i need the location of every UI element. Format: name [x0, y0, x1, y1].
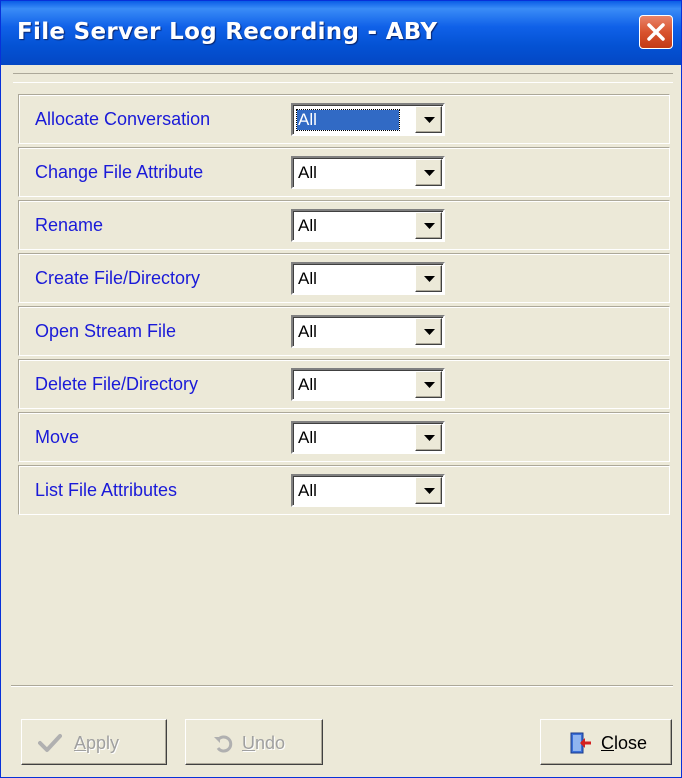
setting-row-delete-file-directory: Delete File/Directory All [18, 359, 670, 409]
undo-button[interactable]: Undo [185, 719, 323, 765]
apply-button[interactable]: Apply [21, 719, 167, 765]
close-label-mnemonic: C [601, 733, 614, 753]
setting-dropdown[interactable]: All [291, 474, 445, 507]
dropdown-value: All [298, 375, 317, 394]
setting-label: Open Stream File [35, 321, 177, 341]
chevron-down-icon [424, 488, 435, 494]
setting-label: Delete File/Directory [35, 374, 199, 394]
chevron-down-icon [424, 170, 435, 176]
undo-label-mnemonic: U [242, 733, 255, 753]
close-icon [647, 23, 665, 41]
setting-row-allocate-conversation: Allocate Conversation All [18, 94, 670, 144]
setting-dropdown[interactable]: All [291, 421, 445, 454]
dropdown-arrow-button[interactable] [415, 371, 442, 398]
dropdown-arrow-button[interactable] [415, 424, 442, 451]
dropdown-value: All [298, 322, 317, 341]
chevron-down-icon [424, 117, 435, 123]
setting-row-change-file-attribute: Change File Attribute All [18, 147, 670, 197]
setting-label: Move [35, 427, 80, 447]
setting-label: Rename [35, 215, 104, 235]
exit-door-icon [570, 732, 591, 754]
dropdown-value: All [296, 109, 400, 131]
dropdown-arrow-button[interactable] [415, 212, 442, 239]
window-title: File Server Log Recording - ABY [17, 19, 438, 45]
setting-label: List File Attributes [35, 480, 178, 500]
setting-row-rename: Rename All [18, 200, 670, 250]
setting-dropdown[interactable]: All [291, 103, 445, 136]
dropdown-arrow-button[interactable] [415, 159, 442, 186]
setting-label: Change File Attribute [35, 162, 204, 182]
window-close-button[interactable] [639, 15, 673, 49]
close-button[interactable]: Close [540, 719, 672, 765]
dropdown-value: All [298, 428, 317, 447]
chevron-down-icon [424, 329, 435, 335]
setting-label: Allocate Conversation [35, 109, 211, 129]
dialog-window: File Server Log Recording - ABY Allocate… [0, 0, 682, 778]
apply-label-mnemonic: A [74, 733, 87, 753]
dropdown-arrow-button[interactable] [415, 318, 442, 345]
setting-row-move: Move All [18, 412, 670, 462]
dropdown-value: All [298, 163, 317, 182]
dropdown-arrow-button[interactable] [415, 477, 442, 504]
close-label: lose [614, 733, 648, 753]
setting-dropdown[interactable]: All [291, 156, 445, 189]
apply-label: pply [86, 733, 120, 753]
separator [13, 73, 673, 83]
setting-row-create-file-directory: Create File/Directory All [18, 253, 670, 303]
setting-row-list-file-attributes: List File Attributes All [18, 465, 670, 515]
chevron-down-icon [424, 382, 435, 388]
setting-dropdown[interactable]: All [291, 262, 445, 295]
dropdown-value: All [298, 269, 317, 288]
title-bar[interactable]: File Server Log Recording - ABY [1, 1, 681, 65]
chevron-down-icon [424, 435, 435, 441]
setting-dropdown[interactable]: All [291, 209, 445, 242]
dropdown-value: All [298, 216, 317, 235]
dropdown-arrow-button[interactable] [415, 265, 442, 292]
dropdown-arrow-button[interactable] [415, 106, 442, 133]
setting-dropdown[interactable]: All [291, 368, 445, 401]
setting-label: Create File/Directory [35, 268, 201, 288]
checkmark-icon [38, 734, 62, 752]
setting-dropdown[interactable]: All [291, 315, 445, 348]
setting-row-open-stream-file: Open Stream File All [18, 306, 670, 356]
chevron-down-icon [424, 223, 435, 229]
undo-icon [214, 735, 233, 753]
chevron-down-icon [424, 276, 435, 282]
undo-label: ndo [255, 733, 286, 753]
dropdown-value: All [298, 481, 317, 500]
footer-separator [11, 685, 673, 687]
